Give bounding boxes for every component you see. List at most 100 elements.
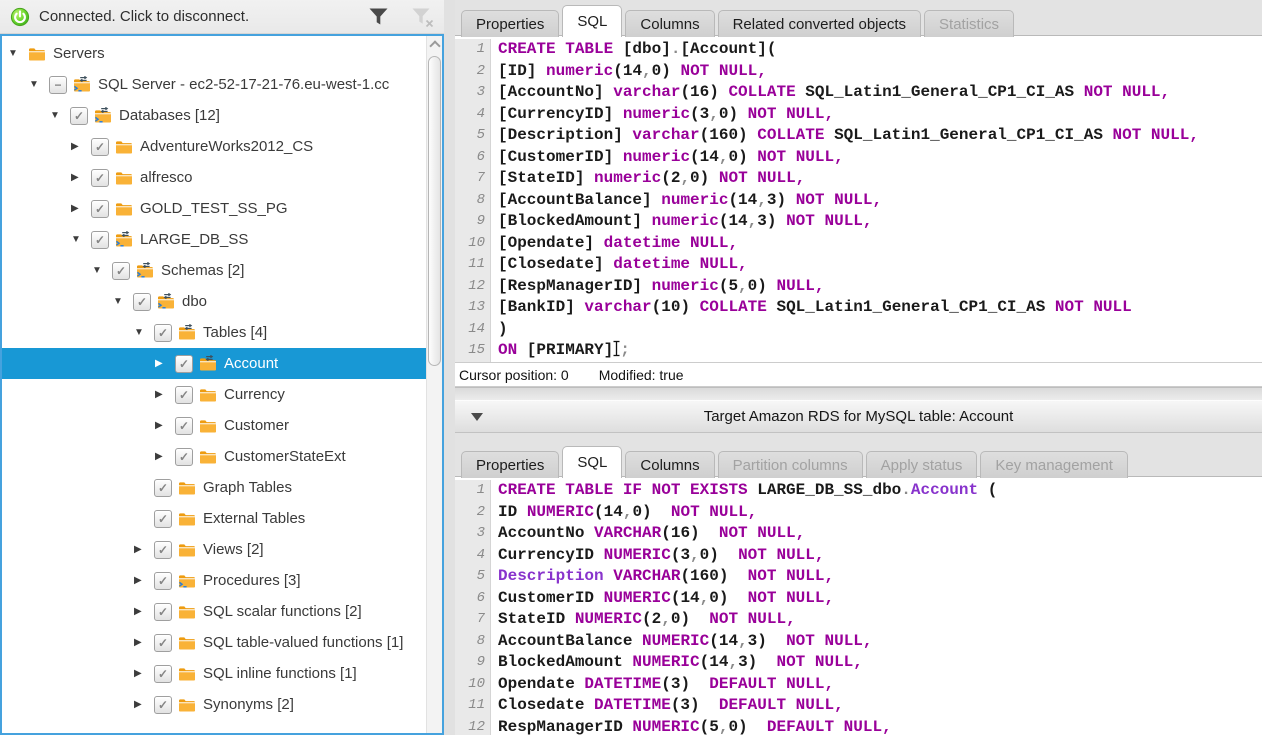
connection-status-bar[interactable]: Connected. Click to disconnect. xyxy=(0,0,444,34)
tree-item-sql-inline-functions-1[interactable]: ▶✓SQL inline functions [1] xyxy=(2,658,426,689)
code-text[interactable]: CREATE TABLE IF NOT EXISTS LARGE_DB_SS_d… xyxy=(491,480,997,502)
code-text[interactable]: [AccountNo] varchar(16) COLLATE SQL_Lati… xyxy=(491,82,1170,104)
checkbox[interactable]: ✓ xyxy=(175,448,193,466)
checkbox[interactable]: ✓ xyxy=(91,200,109,218)
tab-properties[interactable]: Properties xyxy=(461,10,559,37)
tree-item-customer[interactable]: ▶✓Customer xyxy=(2,410,426,441)
code-text[interactable]: Opendate DATETIME(3) DEFAULT NULL, xyxy=(491,674,834,696)
checkbox[interactable]: ✓ xyxy=(175,355,193,373)
checkbox[interactable]: ✓ xyxy=(154,510,172,528)
checkbox[interactable]: ✓ xyxy=(91,169,109,187)
expander-icon[interactable]: ▶ xyxy=(134,699,154,710)
code-text[interactable]: Closedate DATETIME(3) DEFAULT NULL, xyxy=(491,695,844,717)
checkbox[interactable]: ✓ xyxy=(91,138,109,156)
checkbox[interactable]: ✓ xyxy=(154,603,172,621)
expander-icon[interactable]: ▼ xyxy=(71,234,91,245)
expander-icon[interactable]: ▶ xyxy=(71,141,91,152)
code-text[interactable]: CustomerID NUMERIC(14,0) NOT NULL, xyxy=(491,588,834,610)
tree-item-alfresco[interactable]: ▶✓alfresco xyxy=(2,162,426,193)
tree-item-customerstateext[interactable]: ▶✓CustomerStateExt xyxy=(2,441,426,472)
source-sql-editor[interactable]: 1CREATE TABLE [dbo].[Account](2[ID] nume… xyxy=(455,36,1262,362)
checkbox[interactable]: ✓ xyxy=(154,572,172,590)
expander-icon[interactable]: ▶ xyxy=(71,203,91,214)
checkbox[interactable]: ✓ xyxy=(154,479,172,497)
code-text[interactable]: [Opendate] datetime NULL, xyxy=(491,233,738,255)
checkbox[interactable]: ✓ xyxy=(70,107,88,125)
tree-item-adventureworks2012-cs[interactable]: ▶✓AdventureWorks2012_CS xyxy=(2,131,426,162)
code-text[interactable]: AccountBalance NUMERIC(14,3) NOT NULL, xyxy=(491,631,873,653)
tree-item-databases-12[interactable]: ▼✓Databases [12] xyxy=(2,100,426,131)
code-text[interactable]: BlockedAmount NUMERIC(14,3) NOT NULL, xyxy=(491,652,863,674)
tree-item-synonyms-2[interactable]: ▶✓Synonyms [2] xyxy=(2,689,426,720)
scroll-up-icon[interactable] xyxy=(427,36,442,52)
expander-icon[interactable]: ▶ xyxy=(134,668,154,679)
tab-sql[interactable]: SQL xyxy=(562,5,622,37)
code-text[interactable]: [ID] numeric(14,0) NOT NULL, xyxy=(491,61,767,83)
scrollbar-thumb[interactable] xyxy=(428,56,441,366)
checkbox[interactable]: ✓ xyxy=(154,324,172,342)
code-text[interactable]: Description VARCHAR(160) NOT NULL, xyxy=(491,566,834,588)
tree-item-tables-4[interactable]: ▼✓Tables [4] xyxy=(2,317,426,348)
code-text[interactable]: [RespManagerID] numeric(5,0) NULL, xyxy=(491,276,824,298)
tree-item-servers[interactable]: ▼Servers xyxy=(2,38,426,69)
code-text[interactable]: [CustomerID] numeric(14,0) NOT NULL, xyxy=(491,147,844,169)
expander-icon[interactable]: ▼ xyxy=(134,327,154,338)
checkbox[interactable]: ✓ xyxy=(154,696,172,714)
code-text[interactable]: [BlockedAmount] numeric(14,3) NOT NULL, xyxy=(491,211,873,233)
code-text[interactable]: ) xyxy=(491,319,508,341)
expander-icon[interactable]: ▶ xyxy=(155,451,175,462)
collapse-triangle-icon[interactable] xyxy=(471,413,483,421)
checkbox[interactable]: ✓ xyxy=(112,262,130,280)
tree-item-graph-tables[interactable]: ✓Graph Tables xyxy=(2,472,426,503)
expander-icon[interactable]: ▶ xyxy=(71,172,91,183)
tree-item-schemas-2[interactable]: ▼✓Schemas [2] xyxy=(2,255,426,286)
tree-item-views-2[interactable]: ▶✓Views [2] xyxy=(2,534,426,565)
code-text[interactable]: [Description] varchar(160) COLLATE SQL_L… xyxy=(491,125,1199,147)
code-text[interactable]: [CurrencyID] numeric(3,0) NOT NULL, xyxy=(491,104,834,126)
code-text[interactable]: [StateID] numeric(2,0) NOT NULL, xyxy=(491,168,805,190)
checkbox[interactable]: ✓ xyxy=(154,541,172,559)
horizontal-splitter[interactable] xyxy=(455,387,1262,401)
expander-icon[interactable]: ▶ xyxy=(134,637,154,648)
expander-icon[interactable]: ▶ xyxy=(155,389,175,400)
tree-item-sql-server-ec2-52-17-21-76-eu-west-1-cc[interactable]: ▼−SQL Server - ec2-52-17-21-76.eu-west-1… xyxy=(2,69,426,100)
tab-related-converted-objects[interactable]: Related converted objects xyxy=(718,10,921,37)
expander-icon[interactable]: ▼ xyxy=(50,110,70,121)
code-text[interactable]: [BankID] varchar(10) COLLATE SQL_Latin1_… xyxy=(491,297,1132,319)
target-panel-header[interactable]: Target Amazon RDS for MySQL table: Accou… xyxy=(455,401,1262,433)
code-text[interactable]: RespManagerID NUMERIC(5,0) DEFAULT NULL, xyxy=(491,717,892,735)
tab-columns[interactable]: Columns xyxy=(625,451,714,478)
checkbox[interactable]: ✓ xyxy=(154,634,172,652)
expander-icon[interactable]: ▼ xyxy=(29,79,49,90)
checkbox[interactable]: ✓ xyxy=(175,417,193,435)
tree-item-sql-scalar-functions-2[interactable]: ▶✓SQL scalar functions [2] xyxy=(2,596,426,627)
checkbox[interactable]: ✓ xyxy=(91,231,109,249)
tree-scrollbar[interactable] xyxy=(426,36,442,733)
target-sql-editor[interactable]: 1CREATE TABLE IF NOT EXISTS LARGE_DB_SS_… xyxy=(455,477,1262,735)
expander-icon[interactable]: ▶ xyxy=(155,420,175,431)
checkbox[interactable]: ✓ xyxy=(133,293,151,311)
code-text[interactable]: AccountNo VARCHAR(16) NOT NULL, xyxy=(491,523,805,545)
tree-item-procedures-3[interactable]: ▶✓Procedures [3] xyxy=(2,565,426,596)
code-text[interactable]: ID NUMERIC(14,0) NOT NULL, xyxy=(491,502,757,524)
expander-icon[interactable]: ▶ xyxy=(134,606,154,617)
expander-icon[interactable]: ▶ xyxy=(155,358,175,369)
filter-icon[interactable] xyxy=(368,7,389,27)
expander-icon[interactable]: ▼ xyxy=(113,296,133,307)
checkbox[interactable]: ✓ xyxy=(175,386,193,404)
code-text[interactable]: ON [PRIMARY]; xyxy=(491,340,630,362)
expander-icon[interactable]: ▶ xyxy=(134,544,154,555)
tree-item-sql-table-valued-functions-1[interactable]: ▶✓SQL table-valued functions [1] xyxy=(2,627,426,658)
tree-item-currency[interactable]: ▶✓Currency xyxy=(2,379,426,410)
expander-icon[interactable]: ▼ xyxy=(8,48,28,59)
code-text[interactable]: [AccountBalance] numeric(14,3) NOT NULL, xyxy=(491,190,882,212)
tab-sql[interactable]: SQL xyxy=(562,446,622,478)
expander-icon[interactable]: ▼ xyxy=(92,265,112,276)
code-text[interactable]: [Closedate] datetime NULL, xyxy=(491,254,748,276)
code-text[interactable]: CurrencyID NUMERIC(3,0) NOT NULL, xyxy=(491,545,824,567)
checkbox[interactable]: − xyxy=(49,76,67,94)
tab-columns[interactable]: Columns xyxy=(625,10,714,37)
checkbox[interactable]: ✓ xyxy=(154,665,172,683)
tree-item-dbo[interactable]: ▼✓dbo xyxy=(2,286,426,317)
tree-item-large-db-ss[interactable]: ▼✓LARGE_DB_SS xyxy=(2,224,426,255)
